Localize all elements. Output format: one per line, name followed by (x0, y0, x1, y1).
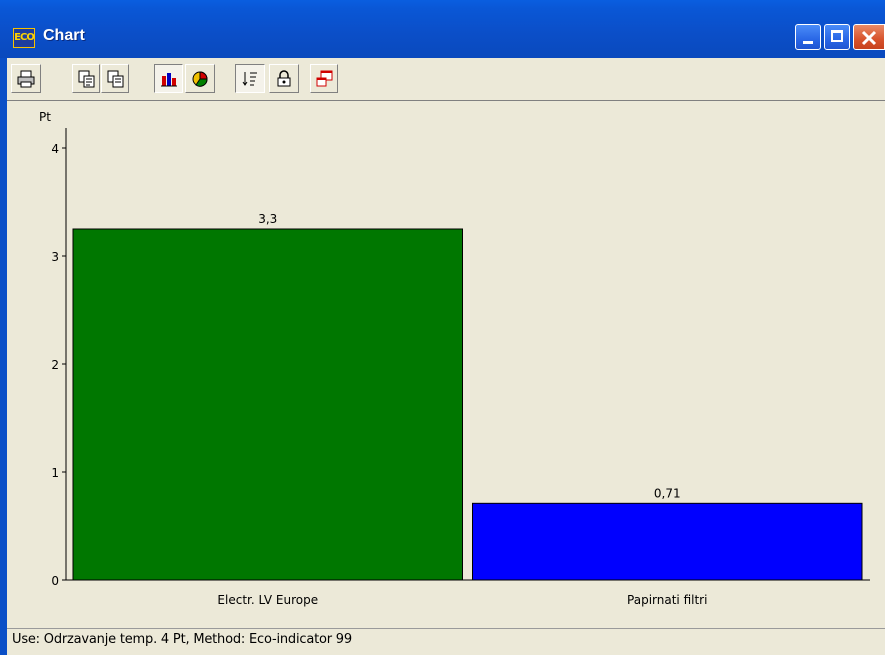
copy-button[interactable] (72, 64, 100, 93)
close-button[interactable] (853, 24, 885, 50)
app-logo-icon: ECO (13, 28, 35, 48)
bar-value-label: 3,3 (258, 212, 277, 226)
bar[interactable] (472, 502, 863, 581)
title-bar[interactable]: ECO Chart (0, 0, 885, 58)
chart-area: Pt 0 1 2 3 4 3,3 Electr. LV Europe 0,71 Papirna… (7, 100, 885, 628)
chart-window: ECO Chart Pt 0 1 2 3 4 3,3 Electr. LV Eu… (0, 0, 885, 655)
window-frame-left (0, 58, 7, 655)
maximize-button[interactable] (824, 24, 850, 50)
lock-icon (277, 70, 291, 87)
bar[interactable] (72, 228, 463, 581)
bar-chart: Pt 0 1 2 3 4 3,3 Electr. LV Europe 0,71 Papirna… (39, 110, 870, 607)
maximize-icon (831, 30, 843, 42)
toolbar (7, 58, 885, 100)
new-window-button[interactable] (310, 64, 338, 93)
y-tick-label: 1 (51, 466, 59, 480)
print-button[interactable] (11, 64, 41, 93)
bar-chart-button[interactable] (154, 64, 183, 93)
close-icon (861, 30, 877, 46)
y-tick-label: 4 (51, 142, 59, 156)
pie-chart-button[interactable] (185, 64, 215, 93)
copy-alt-icon (107, 70, 124, 88)
sort-icon (242, 72, 257, 86)
bar-chart-icon (161, 73, 177, 87)
status-text: Use: Odrzavanje temp. 4 Pt, Method: Eco-… (12, 632, 352, 647)
x-category-label: Electr. LV Europe (217, 593, 318, 607)
printer-icon (17, 70, 35, 88)
x-category-label: Papirnati filtri (627, 593, 707, 607)
bar-value-label: 0,71 (654, 486, 681, 500)
window-icon (316, 70, 333, 87)
y-tick-label: 3 (51, 250, 59, 264)
copy-special-button[interactable] (101, 64, 129, 93)
minimize-button[interactable] (795, 24, 821, 50)
y-tick-label: 0 (51, 574, 59, 588)
sort-button[interactable] (235, 64, 265, 93)
status-bar: Use: Odrzavanje temp. 4 Pt, Method: Eco-… (7, 628, 885, 655)
y-axis-label: Pt (39, 110, 51, 124)
minimize-icon (803, 41, 813, 44)
pie-chart-icon (192, 71, 208, 87)
y-tick-label: 2 (51, 358, 59, 372)
copy-icon (78, 70, 95, 88)
lock-button[interactable] (269, 64, 299, 93)
window-title: Chart (43, 27, 85, 44)
